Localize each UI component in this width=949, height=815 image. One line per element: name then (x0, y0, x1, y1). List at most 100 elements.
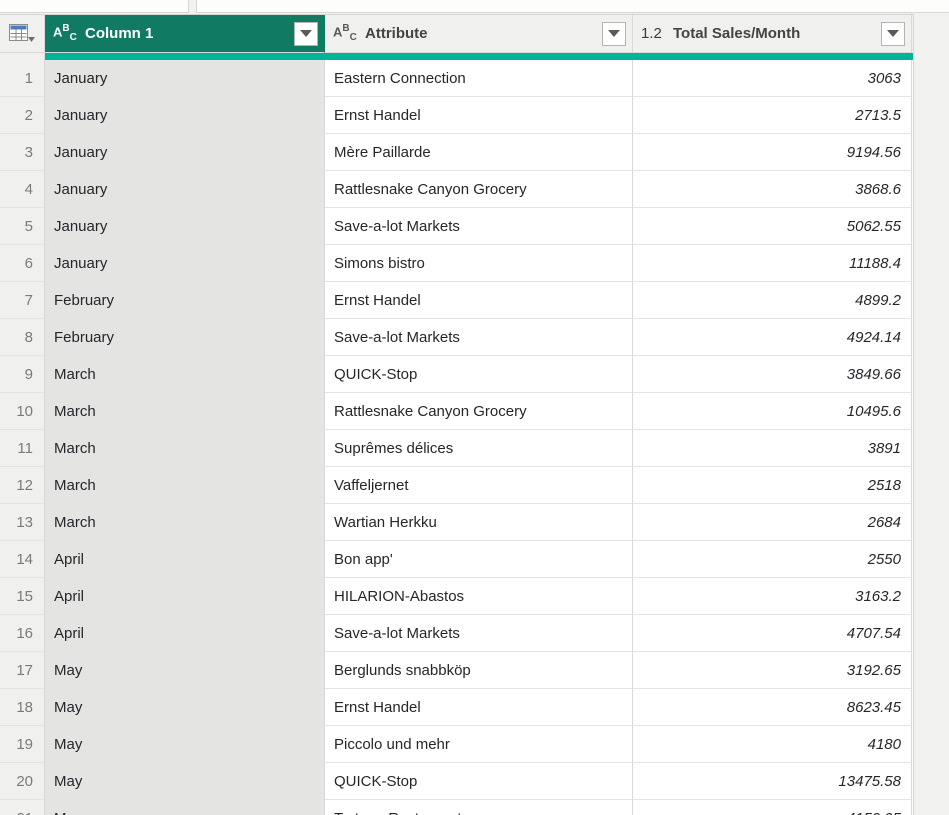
table-row[interactable]: 1 January Eastern Connection 3063 (0, 60, 913, 97)
row-number[interactable]: 21 (0, 800, 45, 815)
row-number[interactable]: 10 (0, 393, 45, 430)
column-header-total-sales-month[interactable]: 1.2 Total Sales/Month (633, 15, 912, 53)
cell-column-1[interactable]: March (45, 393, 325, 430)
cell-column-1[interactable]: April (45, 541, 325, 578)
cell-attribute[interactable]: Ernst Handel (325, 689, 633, 726)
cell-total-sales-month[interactable]: 3063 (633, 60, 912, 97)
cell-column-1[interactable]: May (45, 652, 325, 689)
table-row[interactable]: 17 May Berglunds snabbköp 3192.65 (0, 652, 913, 689)
row-number[interactable]: 16 (0, 615, 45, 652)
filter-dropdown-icon-total-sales-month[interactable] (881, 21, 905, 46)
table-row[interactable]: 7 February Ernst Handel 4899.2 (0, 282, 913, 319)
cell-attribute[interactable]: Ernst Handel (325, 282, 633, 319)
cell-attribute[interactable]: Tortuga Restaurante (325, 800, 633, 815)
cell-attribute[interactable]: Rattlesnake Canyon Grocery (325, 171, 633, 208)
cell-total-sales-month[interactable]: 3163.2 (633, 578, 912, 615)
row-number[interactable]: 14 (0, 541, 45, 578)
cell-column-1[interactable]: April (45, 615, 325, 652)
table-row[interactable]: 15 April HILARION-Abastos 3163.2 (0, 578, 913, 615)
row-number[interactable]: 18 (0, 689, 45, 726)
cell-attribute[interactable]: Mère Paillarde (325, 134, 633, 171)
table-row[interactable]: 6 January Simons bistro 11188.4 (0, 245, 913, 282)
row-number[interactable]: 19 (0, 726, 45, 763)
cell-total-sales-month[interactable]: 4924.14 (633, 319, 912, 356)
row-number[interactable]: 2 (0, 97, 45, 134)
table-row[interactable]: 20 May QUICK-Stop 13475.58 (0, 763, 913, 800)
cell-attribute[interactable]: Wartian Herkku (325, 504, 633, 541)
cell-attribute[interactable]: Simons bistro (325, 245, 633, 282)
cell-total-sales-month[interactable]: 2713.5 (633, 97, 912, 134)
cell-column-1[interactable]: March (45, 356, 325, 393)
cell-column-1[interactable]: January (45, 134, 325, 171)
row-number[interactable]: 8 (0, 319, 45, 356)
table-row[interactable]: 4 January Rattlesnake Canyon Grocery 3868.6 (0, 171, 913, 208)
cell-attribute[interactable]: HILARION-Abastos (325, 578, 633, 615)
cell-total-sales-month[interactable]: 8623.45 (633, 689, 912, 726)
cell-column-1[interactable]: May (45, 763, 325, 800)
row-number[interactable]: 17 (0, 652, 45, 689)
cell-column-1[interactable]: April (45, 578, 325, 615)
cell-total-sales-month[interactable]: 13475.58 (633, 763, 912, 800)
table-row[interactable]: 5 January Save-a-lot Markets 5062.55 (0, 208, 913, 245)
cell-column-1[interactable]: May (45, 726, 325, 763)
cell-total-sales-month[interactable]: 10495.6 (633, 393, 912, 430)
table-row[interactable]: 19 May Piccolo und mehr 4180 (0, 726, 913, 763)
filter-dropdown-icon-attribute[interactable] (602, 21, 626, 46)
cell-total-sales-month[interactable]: 2550 (633, 541, 912, 578)
select-all-corner-cell[interactable] (0, 15, 45, 53)
cell-attribute[interactable]: Vaffeljernet (325, 467, 633, 504)
table-row[interactable]: 3 January Mère Paillarde 9194.56 (0, 134, 913, 171)
cell-column-1[interactable]: January (45, 60, 325, 97)
cell-total-sales-month[interactable]: 2684 (633, 504, 912, 541)
cell-total-sales-month[interactable]: 3891 (633, 430, 912, 467)
cell-attribute[interactable]: Bon app' (325, 541, 633, 578)
table-row[interactable]: 2 January Ernst Handel 2713.5 (0, 97, 913, 134)
table-row[interactable]: 13 March Wartian Herkku 2684 (0, 504, 913, 541)
table-row[interactable]: 11 March Suprêmes délices 3891 (0, 430, 913, 467)
cell-attribute[interactable]: Save-a-lot Markets (325, 319, 633, 356)
cell-total-sales-month[interactable]: 4150.05 (633, 800, 912, 815)
row-number[interactable]: 5 (0, 208, 45, 245)
cell-attribute[interactable]: Piccolo und mehr (325, 726, 633, 763)
cell-total-sales-month[interactable]: 2518 (633, 467, 912, 504)
table-row[interactable]: 8 February Save-a-lot Markets 4924.14 (0, 319, 913, 356)
row-number[interactable]: 13 (0, 504, 45, 541)
cell-column-1[interactable]: January (45, 171, 325, 208)
table-row[interactable]: 14 April Bon app' 2550 (0, 541, 913, 578)
row-number[interactable]: 4 (0, 171, 45, 208)
cell-column-1[interactable]: February (45, 282, 325, 319)
cell-total-sales-month[interactable]: 3192.65 (633, 652, 912, 689)
ribbon-group-left[interactable] (0, 0, 189, 13)
ribbon-group-right[interactable] (196, 0, 949, 13)
cell-attribute[interactable]: Rattlesnake Canyon Grocery (325, 393, 633, 430)
table-row[interactable]: 9 March QUICK-Stop 3849.66 (0, 356, 913, 393)
row-number[interactable]: 6 (0, 245, 45, 282)
row-number[interactable]: 1 (0, 60, 45, 97)
table-row[interactable]: 16 April Save-a-lot Markets 4707.54 (0, 615, 913, 652)
cell-column-1[interactable]: January (45, 97, 325, 134)
table-row[interactable]: 18 May Ernst Handel 8623.45 (0, 689, 913, 726)
cell-attribute[interactable]: QUICK-Stop (325, 356, 633, 393)
cell-total-sales-month[interactable]: 4707.54 (633, 615, 912, 652)
cell-attribute[interactable]: Eastern Connection (325, 60, 633, 97)
column-header-attribute[interactable]: ABC Attribute (325, 15, 633, 53)
cell-column-1[interactable]: January (45, 208, 325, 245)
table-row[interactable]: 10 March Rattlesnake Canyon Grocery 10495.6 (0, 393, 913, 430)
row-number[interactable]: 3 (0, 134, 45, 171)
cell-column-1[interactable]: May (45, 689, 325, 726)
cell-attribute[interactable]: Berglunds snabbköp (325, 652, 633, 689)
table-row[interactable]: 21MayTortuga Restaurante4150.05 (0, 800, 913, 815)
row-number[interactable]: 7 (0, 282, 45, 319)
filter-dropdown-icon-column-1[interactable] (294, 21, 318, 46)
row-number[interactable]: 9 (0, 356, 45, 393)
row-number[interactable]: 20 (0, 763, 45, 800)
cell-column-1[interactable]: March (45, 430, 325, 467)
row-number[interactable]: 15 (0, 578, 45, 615)
table-row[interactable]: 12 March Vaffeljernet 2518 (0, 467, 913, 504)
cell-attribute[interactable]: QUICK-Stop (325, 763, 633, 800)
cell-column-1[interactable]: March (45, 467, 325, 504)
cell-attribute[interactable]: Save-a-lot Markets (325, 615, 633, 652)
cell-total-sales-month[interactable]: 3849.66 (633, 356, 912, 393)
cell-attribute[interactable]: Save-a-lot Markets (325, 208, 633, 245)
row-number[interactable]: 12 (0, 467, 45, 504)
